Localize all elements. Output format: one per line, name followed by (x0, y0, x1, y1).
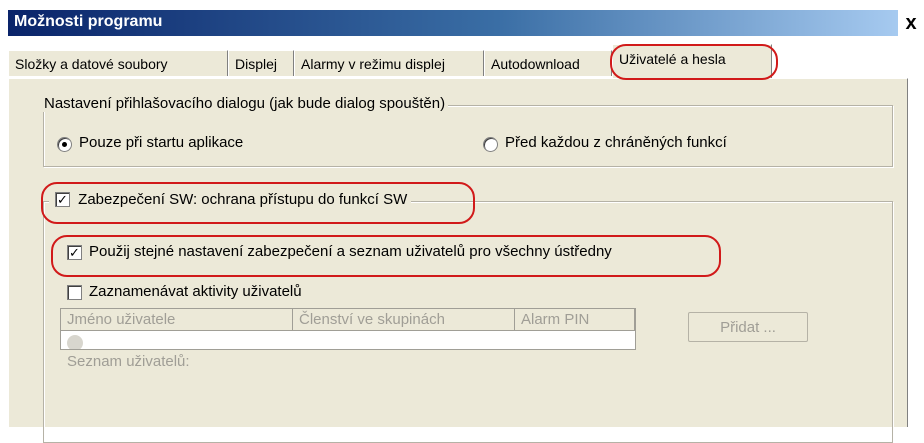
tab-strip: Složky a datové soubory Displej Alarmy v… (0, 38, 924, 78)
tab-folders[interactable]: Složky a datové soubory (8, 50, 228, 76)
radio-startup-only-label[interactable]: Pouze při startu aplikace (79, 134, 243, 151)
radio-each-protected-function[interactable] (483, 137, 498, 152)
close-button[interactable]: x (900, 10, 922, 36)
tab-autodownload[interactable]: Autodownload (484, 50, 612, 76)
user-icon (67, 335, 83, 349)
tab-users-passwords[interactable]: Uživatelé a hesla (612, 44, 772, 78)
user-list-label: Seznam uživatelů: (67, 353, 190, 370)
tab-display[interactable]: Displej (228, 50, 294, 76)
log-activity-checkbox[interactable] (67, 285, 82, 300)
add-user-button[interactable]: Přidat ... (688, 312, 808, 342)
radio-each-protected-function-label[interactable]: Před každou z chráněných funkcí (505, 134, 727, 151)
radio-startup-only[interactable] (57, 137, 72, 152)
options-dialog: Možnosti programu x Složky a datové soub… (0, 0, 924, 443)
login-dialog-group-legend: Nastavení přihlašovacího dialogu (jak bu… (41, 95, 449, 112)
security-checkbox[interactable]: ✓ (55, 191, 70, 207)
same-settings-checkbox-label[interactable]: Použij stejné nastavení zabezpečení a se… (89, 243, 612, 260)
tab-content-panel: Nastavení přihlašovacího dialogu (jak bu… (8, 78, 908, 443)
security-group-legend: ✓ Zabezpečení SW: ochrana přístupu do fu… (49, 191, 412, 208)
column-header-username[interactable]: Jméno uživatele (61, 309, 293, 331)
tab-display-alarms[interactable]: Alarmy v režimu displej (294, 50, 484, 76)
user-list[interactable]: Jméno uživatele Členství ve skupinách Al… (60, 308, 636, 350)
title-bar: Možnosti programu (8, 10, 898, 36)
window-title: Možnosti programu (14, 13, 163, 30)
log-activity-checkbox-label[interactable]: Zaznamenávat aktivity uživatelů (89, 283, 302, 300)
column-header-group-membership[interactable]: Členství ve skupinách (293, 309, 515, 331)
same-settings-checkbox[interactable]: ✓ (67, 245, 82, 260)
security-checkbox-label[interactable]: Zabezpečení SW: ochrana přístupu do funk… (78, 191, 407, 208)
column-header-alarm-pin[interactable]: Alarm PIN (515, 309, 635, 331)
